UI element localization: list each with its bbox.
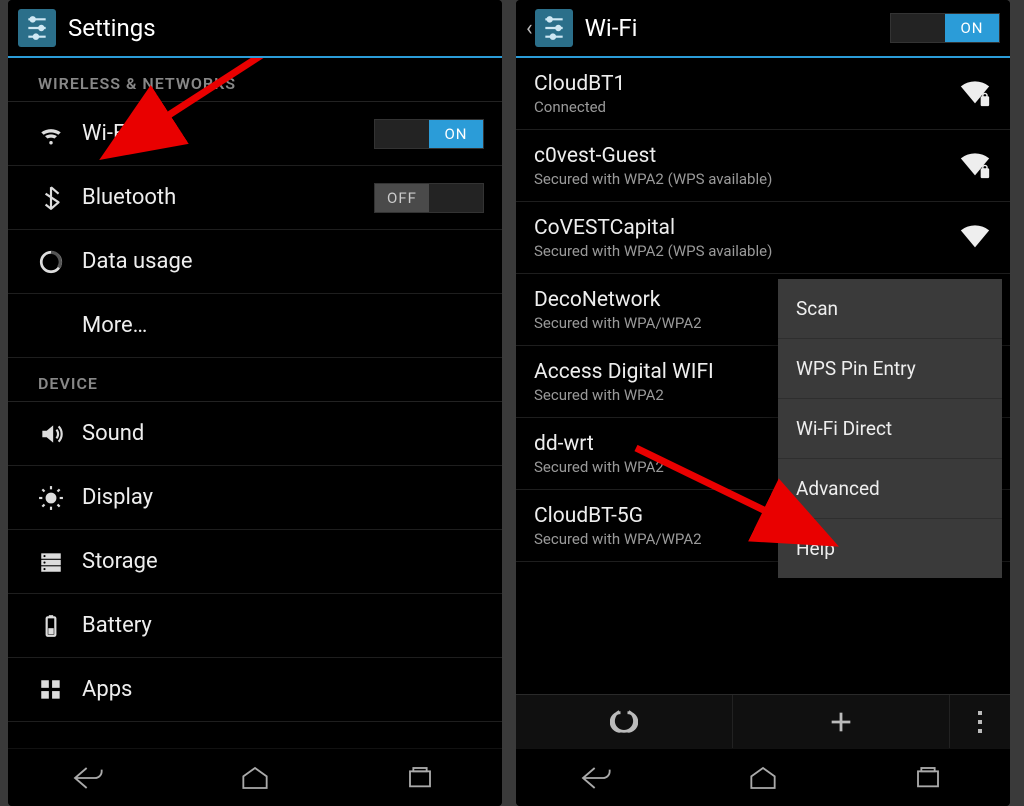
row-sound[interactable]: Sound	[8, 402, 502, 466]
wifi-network-list: CloudBT1 Connected c0vest-Guest Secured …	[516, 58, 1010, 694]
menu-advanced[interactable]: Advanced	[778, 459, 1002, 519]
wifi-network-row[interactable]: c0vest-Guest Secured with WPA2 (WPS avai…	[516, 130, 1010, 202]
row-data-usage[interactable]: Data usage	[8, 230, 502, 294]
wifi-action-bar	[516, 694, 1010, 748]
bluetooth-toggle[interactable]: OFF	[374, 183, 484, 213]
row-battery-label: Battery	[82, 613, 484, 638]
row-sound-label: Sound	[82, 421, 484, 446]
battery-icon	[38, 613, 82, 639]
data-usage-icon	[38, 249, 82, 275]
wifi-ssid: CoVESTCapital	[534, 216, 958, 240]
menu-scan[interactable]: Scan	[778, 279, 1002, 339]
wifi-title: Wi-Fi	[585, 14, 638, 42]
add-network-button[interactable]	[733, 695, 950, 748]
section-wireless-header: WIRELESS & NETWORKS	[8, 58, 502, 102]
wifi-ssid: c0vest-Guest	[534, 144, 958, 168]
row-storage[interactable]: Storage	[8, 530, 502, 594]
toggle-on-label: ON	[429, 120, 483, 148]
wifi-signal-icon	[958, 75, 992, 113]
settings-appbar: Settings	[8, 0, 502, 56]
row-apps[interactable]: Apps	[8, 658, 502, 722]
toggle-off-label: OFF	[375, 184, 429, 212]
section-device-header: DEVICE	[8, 358, 502, 402]
wifi-status: Connected	[534, 98, 958, 116]
settings-icon	[18, 9, 56, 47]
settings-icon[interactable]	[535, 9, 573, 47]
row-storage-label: Storage	[82, 549, 484, 574]
row-bluetooth-label: Bluetooth	[82, 185, 374, 210]
row-data-usage-label: Data usage	[82, 249, 484, 274]
wifi-appbar: ‹ Wi-Fi ON	[516, 0, 1010, 56]
row-display[interactable]: Display	[8, 466, 502, 530]
back-chevron-icon[interactable]: ‹	[526, 16, 533, 41]
sound-icon	[38, 421, 82, 447]
display-icon	[38, 485, 82, 511]
wifi-signal-icon	[958, 147, 992, 185]
menu-help[interactable]: Help	[778, 519, 1002, 578]
storage-icon	[38, 549, 82, 575]
menu-wifi-direct[interactable]: Wi-Fi Direct	[778, 399, 1002, 459]
row-bluetooth[interactable]: Bluetooth OFF	[8, 166, 502, 230]
wifi-status: Secured with WPA2 (WPS available)	[534, 242, 958, 260]
row-display-label: Display	[82, 485, 484, 510]
apps-icon	[38, 677, 82, 703]
row-wifi[interactable]: Wi-Fi ON	[8, 102, 502, 166]
nav-home[interactable]	[681, 749, 846, 806]
settings-list: WIRELESS & NETWORKS Wi-Fi ON Bluetooth O…	[8, 58, 502, 748]
nav-back[interactable]	[8, 749, 173, 806]
settings-title: Settings	[68, 14, 156, 42]
menu-wps-pin[interactable]: WPS Pin Entry	[778, 339, 1002, 399]
wifi-status: Secured with WPA2 (WPS available)	[534, 170, 958, 188]
overflow-button[interactable]	[950, 695, 1010, 748]
wifi-ssid: CloudBT1	[534, 72, 958, 96]
wifi-master-toggle[interactable]: ON	[890, 13, 1000, 43]
row-wifi-label: Wi-Fi	[82, 121, 374, 146]
nav-bar	[8, 748, 502, 806]
wifi-icon	[38, 121, 82, 147]
nav-recent[interactable]	[845, 749, 1010, 806]
wifi-network-row[interactable]: CoVESTCapital Secured with WPA2 (WPS ava…	[516, 202, 1010, 274]
bluetooth-icon	[38, 185, 82, 211]
nav-bar	[516, 748, 1010, 806]
wifi-toggle[interactable]: ON	[374, 119, 484, 149]
wifi-overflow-menu: Scan WPS Pin Entry Wi-Fi Direct Advanced…	[778, 279, 1002, 578]
toggle-on-label: ON	[945, 14, 999, 42]
row-more-label: More…	[82, 313, 484, 338]
nav-home[interactable]	[173, 749, 338, 806]
nav-back[interactable]	[516, 749, 681, 806]
wifi-signal-icon	[958, 219, 992, 257]
wifi-network-row[interactable]: CloudBT1 Connected	[516, 58, 1010, 130]
settings-screen: Settings WIRELESS & NETWORKS Wi-Fi ON Bl…	[8, 0, 502, 806]
wps-push-button[interactable]	[516, 695, 733, 748]
row-battery[interactable]: Battery	[8, 594, 502, 658]
wifi-screen: ‹ Wi-Fi ON CloudBT1 Connected	[516, 0, 1010, 806]
row-apps-label: Apps	[82, 677, 484, 702]
nav-recent[interactable]	[337, 749, 502, 806]
row-more[interactable]: More…	[8, 294, 502, 358]
